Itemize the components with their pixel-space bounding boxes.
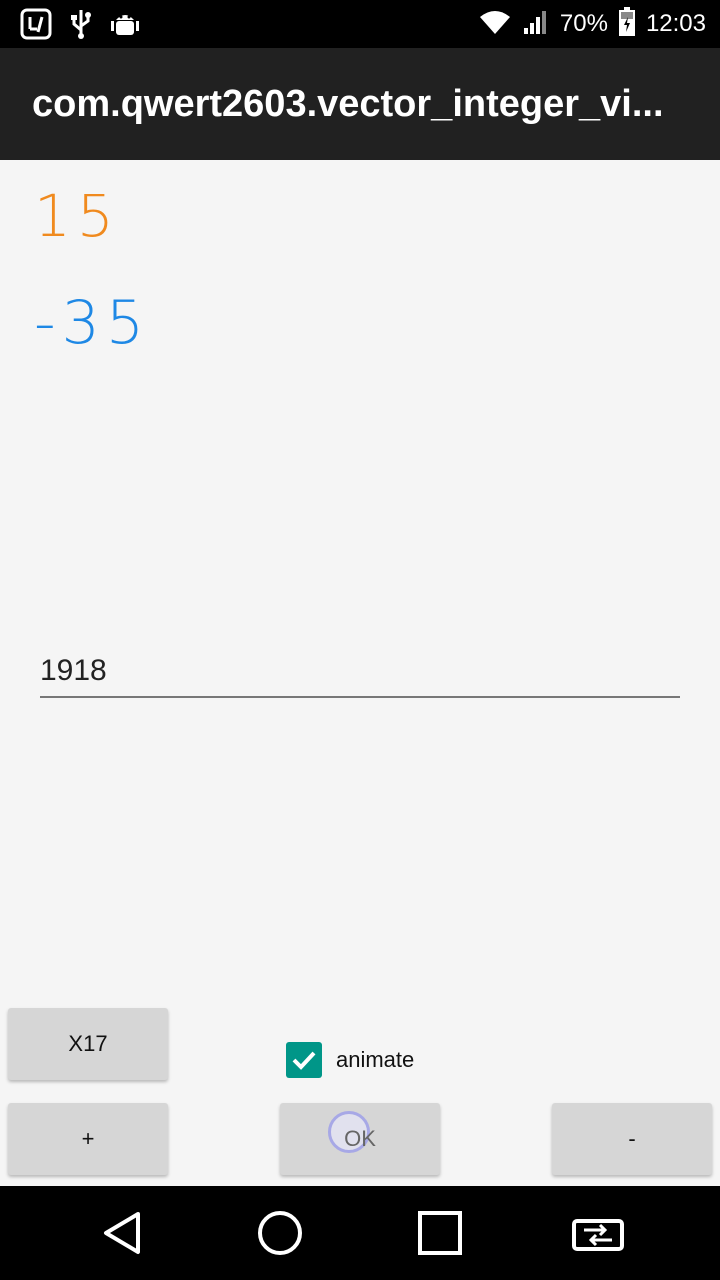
battery-percent: 70% <box>559 10 608 37</box>
app-bar: com.qwert2603.vector_integer_vi... <box>0 48 720 160</box>
blue-number-display: -35 <box>34 288 150 358</box>
clock: 12:03 <box>645 10 706 37</box>
check-icon <box>292 1051 316 1070</box>
app-notification-icon <box>20 8 52 45</box>
wifi-icon <box>478 8 512 41</box>
x17-button-label: X17 <box>68 1031 108 1056</box>
animate-checkbox-row[interactable]: animate <box>286 1042 414 1078</box>
main-content: 15 -35 X17 animate + OK - <box>0 160 720 1186</box>
battery-icon <box>618 6 636 42</box>
status-bar: 70% 12:03 <box>0 0 720 48</box>
orange-number-display: 15 <box>34 182 120 250</box>
ok-button[interactable]: OK <box>280 1103 440 1175</box>
app-title: com.qwert2603.vector_integer_vi... <box>32 83 664 125</box>
ok-button-label: OK <box>344 1126 376 1151</box>
navigation-bar <box>0 1186 720 1280</box>
back-icon[interactable] <box>92 1208 152 1258</box>
usb-icon <box>70 8 92 45</box>
number-input-field <box>40 648 680 698</box>
android-debug-icon <box>110 8 140 45</box>
x17-button[interactable]: X17 <box>8 1008 168 1080</box>
recents-icon[interactable] <box>410 1208 470 1258</box>
home-icon[interactable] <box>250 1208 310 1258</box>
animate-checkbox[interactable] <box>286 1042 322 1078</box>
signal-icon <box>522 8 550 41</box>
animate-label: animate <box>336 1047 415 1072</box>
minus-button[interactable]: - <box>552 1103 712 1175</box>
number-input[interactable] <box>40 648 680 694</box>
switch-app-icon[interactable] <box>568 1208 628 1258</box>
plus-button-label: + <box>81 1126 95 1151</box>
plus-button[interactable]: + <box>8 1103 168 1175</box>
minus-button-label: - <box>628 1126 636 1151</box>
